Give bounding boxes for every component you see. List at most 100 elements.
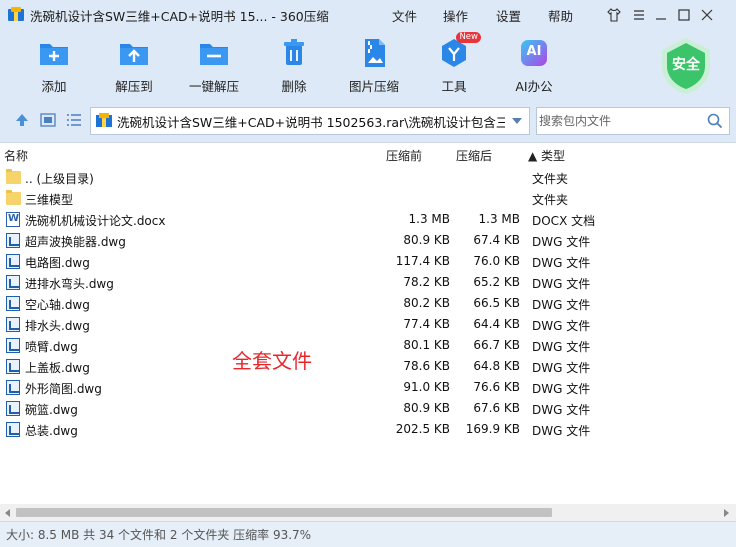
add-icon (37, 36, 71, 70)
extract-to-button[interactable]: 解压到 (100, 36, 168, 96)
file-list: 名称 压缩前 压缩后 ▲ 类型 .. (上级目录)文件夹三维模型文件夹洗碗机机械… (0, 142, 736, 504)
file-name: 排水头.dwg (25, 319, 90, 333)
compressed-size: 64.8 KB (473, 359, 520, 373)
compressed-size: 76.6 KB (473, 380, 520, 394)
compressed-size: 169.9 KB (465, 422, 520, 436)
file-row[interactable]: 碗篮.dwg 80.9 KB 67.6 KB DWG 文件 (0, 398, 736, 419)
file-name: 进排水弯头.dwg (25, 277, 114, 291)
column-header-compressed-size[interactable]: 压缩后 (456, 147, 492, 164)
menu-settings[interactable]: 设置 (496, 0, 521, 30)
file-row[interactable]: 三维模型 文件夹 (0, 188, 736, 209)
compressed-size: 66.5 KB (473, 296, 520, 310)
up-arrow-icon[interactable] (14, 112, 30, 128)
one-click-extract-icon (197, 36, 231, 70)
original-size: 202.5 KB (395, 422, 450, 436)
dwg-file-icon (6, 317, 21, 332)
dwg-file-icon (6, 359, 21, 374)
title-bar: 洗碗机设计含SW三维+CAD+说明书 15... - 360压缩 (0, 0, 736, 30)
menu-lines-icon[interactable] (630, 6, 648, 24)
menu-help[interactable]: 帮助 (548, 0, 573, 30)
close-icon[interactable] (698, 6, 716, 24)
file-row[interactable]: 总装.dwg 202.5 KB 169.9 KB DWG 文件 (0, 419, 736, 440)
file-row[interactable]: .. (上级目录) 文件夹 (0, 167, 736, 188)
menu-file[interactable]: 文件 (392, 0, 417, 30)
compressed-size: 67.4 KB (473, 233, 520, 247)
dwg-file-icon (6, 380, 21, 395)
delete-button[interactable]: 删除 (260, 36, 328, 96)
file-row[interactable]: 进排水弯头.dwg 78.2 KB 65.2 KB DWG 文件 (0, 272, 736, 293)
tools-button[interactable]: New 工具 (420, 32, 488, 96)
file-row[interactable]: 电路图.dwg 117.4 KB 76.0 KB DWG 文件 (0, 251, 736, 272)
status-bar: 大小: 8.5 MB 共 34 个文件和 2 个文件夹 压缩率 93.7% (0, 521, 736, 547)
scrollbar-thumb[interactable] (16, 508, 552, 517)
file-row[interactable]: 外形简图.dwg 91.0 KB 76.6 KB DWG 文件 (0, 377, 736, 398)
file-row[interactable]: 洗碗机机械设计论文.docx 1.3 MB 1.3 MB DOCX 文档 (0, 209, 736, 230)
file-type: DWG 文件 (532, 277, 591, 291)
status-text: 大小: 8.5 MB 共 34 个文件和 2 个文件夹 压缩率 93.7% (6, 528, 312, 542)
dwg-file-icon (6, 338, 21, 353)
word-document-icon (6, 212, 21, 227)
original-size: 1.3 MB (408, 212, 450, 226)
compressed-size: 65.2 KB (473, 275, 520, 289)
image-compress-icon (357, 36, 391, 70)
original-size: 80.1 KB (403, 338, 450, 352)
file-row[interactable]: 空心轴.dwg 80.2 KB 66.5 KB DWG 文件 (0, 293, 736, 314)
file-type: DWG 文件 (532, 382, 591, 396)
scroll-left-icon[interactable] (3, 507, 13, 517)
maximize-icon[interactable] (675, 6, 693, 24)
window-title: 洗碗机设计含SW三维+CAD+说明书 15... - 360压缩 (30, 8, 329, 24)
file-type: DWG 文件 (532, 298, 591, 312)
column-header-original-size[interactable]: 压缩前 (386, 147, 422, 164)
dwg-file-icon (6, 275, 21, 290)
file-type: DWG 文件 (532, 256, 591, 270)
ai-office-button[interactable]: AI AI办公 (500, 36, 568, 96)
file-type: DWG 文件 (532, 235, 591, 249)
compressed-size: 76.0 KB (473, 254, 520, 268)
thumbnail-view-icon[interactable] (40, 112, 56, 128)
file-name: 洗碗机机械设计论文.docx (25, 214, 166, 228)
dwg-file-icon (6, 401, 21, 416)
compressed-size: 1.3 MB (478, 212, 520, 226)
file-type: DWG 文件 (532, 340, 591, 354)
original-size: 80.9 KB (403, 233, 450, 247)
file-name: 上盖板.dwg (25, 361, 90, 375)
file-type: 文件夹 (532, 172, 569, 186)
file-name: 电路图.dwg (25, 256, 90, 270)
horizontal-scrollbar[interactable] (0, 504, 736, 521)
original-size: 78.2 KB (403, 275, 450, 289)
file-type: DWG 文件 (532, 403, 591, 417)
add-button[interactable]: 添加 (20, 36, 88, 96)
file-row[interactable]: 超声波换能器.dwg 80.9 KB 67.4 KB DWG 文件 (0, 230, 736, 251)
image-compress-button[interactable]: 图片压缩 (340, 36, 408, 96)
path-field[interactable]: 洗碗机设计含SW三维+CAD+说明书 1502563.rar\洗碗机设计包含三维… (90, 107, 530, 135)
file-name: 喷臂.dwg (25, 340, 78, 354)
ai-office-icon: AI (517, 36, 551, 70)
scroll-right-icon[interactable] (721, 507, 731, 517)
original-size: 80.9 KB (403, 401, 450, 415)
tools-icon: New (437, 32, 481, 70)
search-icon[interactable] (707, 113, 723, 129)
menu-operate[interactable]: 操作 (443, 0, 468, 30)
file-row[interactable]: 排水头.dwg 77.4 KB 64.4 KB DWG 文件 (0, 314, 736, 335)
skin-shirt-icon[interactable] (605, 6, 623, 24)
original-size: 80.2 KB (403, 296, 450, 310)
original-size: 91.0 KB (403, 380, 450, 394)
column-header-name[interactable]: 名称 (4, 147, 28, 164)
file-row[interactable]: 喷臂.dwg 80.1 KB 66.7 KB DWG 文件 (0, 335, 736, 356)
folder-icon (6, 190, 21, 206)
dwg-file-icon (6, 254, 21, 269)
file-name: .. (上级目录) (25, 172, 94, 186)
minimize-icon[interactable] (652, 6, 670, 24)
list-view-icon[interactable] (66, 112, 82, 128)
file-row[interactable]: 上盖板.dwg 78.6 KB 64.8 KB DWG 文件 (0, 356, 736, 377)
chevron-down-icon[interactable] (505, 117, 529, 125)
column-header-type[interactable]: ▲ 类型 (528, 147, 565, 164)
one-click-extract-button[interactable]: 一键解压 (180, 36, 248, 96)
security-shield-badge[interactable]: 安全 (656, 36, 716, 96)
folder-icon (6, 169, 21, 185)
file-type: 文件夹 (532, 193, 569, 207)
search-input[interactable] (537, 108, 697, 134)
file-name: 总装.dwg (25, 424, 78, 438)
dwg-file-icon (6, 422, 21, 437)
path-text: 洗碗机设计含SW三维+CAD+说明书 1502563.rar\洗碗机设计包含三维… (117, 114, 505, 130)
